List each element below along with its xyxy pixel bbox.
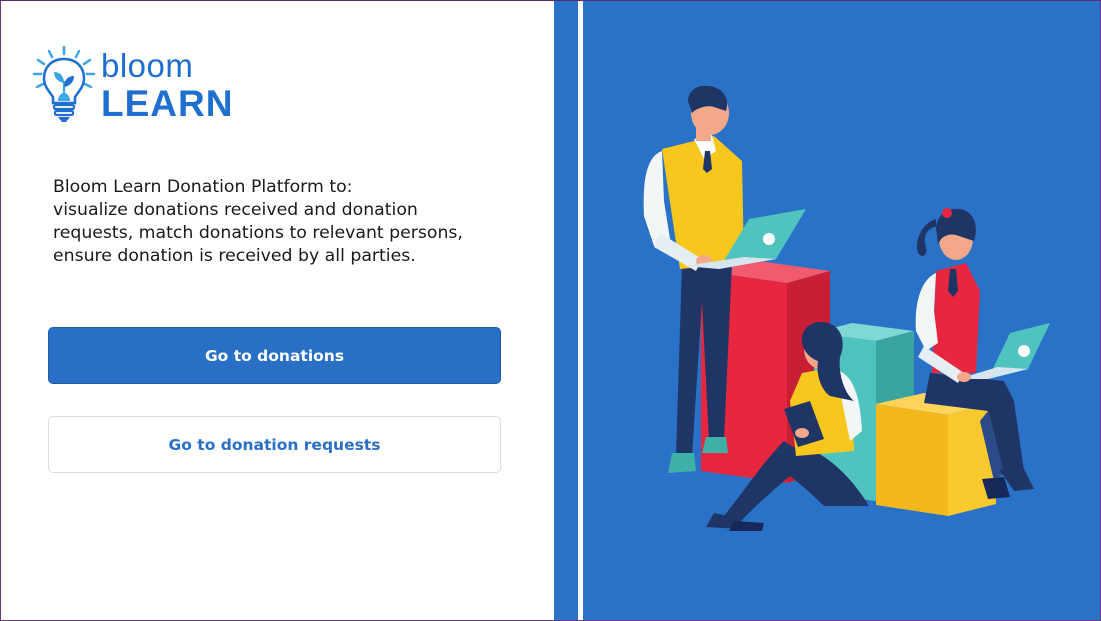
app-window: bloom LEARN Bloom Learn Donation Platfor… <box>0 0 1101 621</box>
description-line: requests, match donations to relevant pe… <box>53 223 463 243</box>
go-to-donations-button[interactable]: Go to donations <box>48 327 501 384</box>
description-line: Bloom Learn Donation Platform to: <box>53 177 353 197</box>
panel-divider-stripe <box>578 1 583 620</box>
description-line: ensure donation is received by all parti… <box>53 246 416 266</box>
yellow-block <box>876 393 996 516</box>
illustration-panel <box>554 1 1100 620</box>
bloom-learn-logo: bloom LEARN <box>31 45 261 127</box>
logo-text-learn: LEARN <box>101 83 234 124</box>
description-line: visualize donations received and donatio… <box>53 200 418 220</box>
logo-text-bloom: bloom <box>101 47 194 84</box>
left-panel: bloom LEARN Bloom Learn Donation Platfor… <box>1 1 554 620</box>
people-laptops-illustration <box>643 85 1050 531</box>
lightbulb-icon <box>32 45 96 122</box>
go-to-donation-requests-button[interactable]: Go to donation requests <box>48 416 501 473</box>
go-to-donations-label: Go to donations <box>204 346 345 365</box>
platform-description: Bloom Learn Donation Platform to: visual… <box>53 176 513 268</box>
go-to-donation-requests-label: Go to donation requests <box>168 435 381 454</box>
